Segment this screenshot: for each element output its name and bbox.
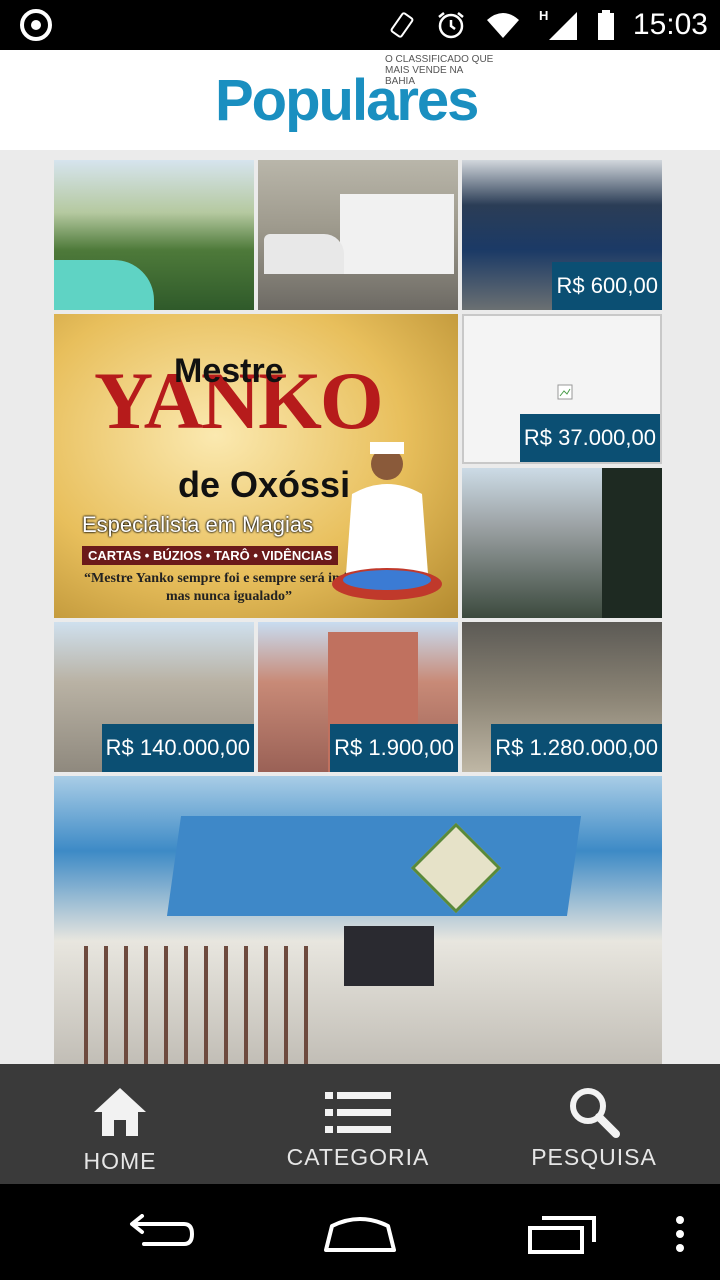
system-nav-bar	[0, 1184, 720, 1280]
listing-balcony[interactable]	[462, 468, 662, 618]
gate-bars	[84, 946, 324, 1064]
facade-window	[344, 926, 434, 986]
listing-garden-pool[interactable]	[54, 160, 254, 310]
home-system-icon[interactable]	[322, 1214, 398, 1254]
list-icon	[325, 1092, 391, 1133]
listing-storefront[interactable]: R$ 600,00	[462, 160, 662, 310]
truck-box	[340, 194, 454, 274]
search-icon	[570, 1088, 620, 1138]
ad-figure-image	[332, 442, 442, 600]
pool-shape	[54, 260, 154, 310]
app-logo-icon	[20, 9, 52, 41]
listings-grid: R$ 600,00 YANKO Mestre de Oxóssi Especia…	[0, 150, 720, 1064]
price-badge: R$ 1.280.000,00	[491, 724, 662, 772]
ad-sub: de Oxóssi	[178, 464, 351, 505]
status-time: 15:03	[632, 8, 708, 41]
listing-patio[interactable]: R$ 1.280.000,00	[462, 622, 662, 772]
overflow-menu-icon[interactable]	[672, 1214, 688, 1254]
price-badge: R$ 600,00	[552, 262, 662, 310]
nav-home-label: HOME	[83, 1148, 157, 1174]
listing-condo-front[interactable]	[54, 776, 662, 1064]
ad-quote: “Mestre Yanko sempre foi e sempre será i…	[84, 571, 374, 604]
ad-services: CARTAS • BÚZIOS • TARÔ • VIDÊNCIAS	[82, 546, 339, 565]
nav-categoria-label: CATEGORIA	[286, 1144, 430, 1170]
wifi-icon	[486, 13, 519, 38]
balcony-door	[602, 468, 662, 618]
facade-blue	[166, 816, 582, 916]
listing-building-tower[interactable]: R$ 1.900,00	[258, 622, 458, 772]
battery-icon	[597, 10, 614, 40]
status-bar: H 15:03	[0, 0, 720, 50]
app-header: O CLASSIFICADO QUE MAIS VENDE NA BAHIA P…	[0, 50, 720, 150]
bottom-nav: HOME CATEGORIA PESQUISA	[0, 1064, 720, 1184]
truck-cab	[264, 234, 344, 274]
ad-mestre: Mestre	[174, 352, 284, 390]
home-icon	[94, 1088, 146, 1136]
nav-home[interactable]: HOME	[0, 1064, 240, 1184]
ad-specialty: Especialista em Magias	[82, 512, 314, 537]
svg-text:H: H	[539, 8, 548, 23]
app-logo[interactable]: Populares	[215, 72, 479, 130]
ad-mestre-yanko[interactable]: YANKO Mestre de Oxóssi Especialista em M…	[54, 314, 458, 618]
price-badge: R$ 37.000,00	[519, 414, 660, 462]
price-badge: R$ 140.000,00	[101, 724, 254, 772]
listing-truck[interactable]	[258, 160, 458, 310]
listing-blank-image[interactable]: R$ 37.000,00	[462, 314, 662, 464]
nav-categoria[interactable]: CATEGORIA	[238, 1064, 478, 1184]
recent-apps-icon[interactable]	[526, 1214, 598, 1254]
broken-image-icon	[557, 384, 573, 400]
nav-pesquisa-label: PESQUISA	[531, 1144, 657, 1170]
listing-building-low[interactable]: R$ 140.000,00	[54, 622, 254, 772]
price-badge: R$ 1.900,00	[330, 724, 458, 772]
back-icon[interactable]	[124, 1214, 194, 1250]
nav-pesquisa[interactable]: PESQUISA	[474, 1064, 714, 1184]
rotate-icon	[390, 12, 414, 38]
alarm-icon	[438, 12, 464, 39]
signal-icon: H	[539, 8, 577, 40]
